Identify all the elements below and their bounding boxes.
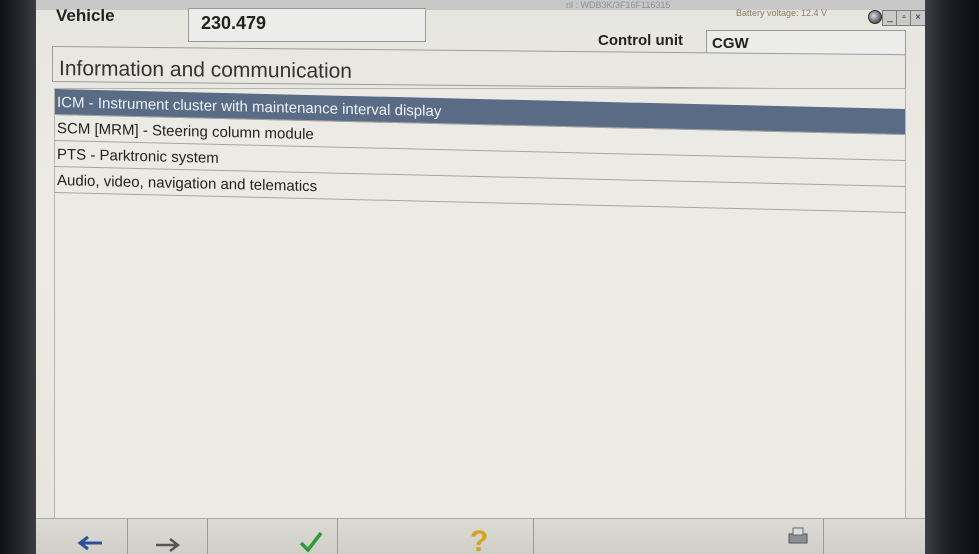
control-unit-list: ICM - Instrument cluster with maintenanc… — [54, 88, 906, 528]
monitor-bezel-left — [0, 0, 36, 554]
svg-text:?: ? — [470, 525, 488, 554]
bottom-toolbar: ? — [36, 518, 925, 554]
forward-arrow-icon — [156, 538, 181, 552]
vin-readout: ril : WDB3K/3F16F116315 — [566, 0, 671, 10]
vehicle-label: Vehicle — [56, 6, 115, 25]
monitor-bezel-right — [925, 0, 979, 554]
back-arrow-icon — [77, 535, 102, 551]
section-title: Information and communication — [52, 46, 906, 91]
control-unit-label: Control unit — [598, 32, 683, 49]
close-button[interactable]: × — [910, 10, 925, 26]
back-button[interactable] — [36, 519, 128, 554]
battery-status-icon — [868, 10, 882, 24]
check-icon — [299, 531, 323, 553]
diagnostic-window: ril : WDB3K/3F16F116315 Battery voltage:… — [36, 0, 925, 554]
forward-button[interactable] — [128, 519, 208, 554]
print-icon — [788, 527, 808, 544]
battery-voltage: Battery voltage: 12.4 V — [736, 8, 828, 18]
help-button[interactable]: ? — [338, 519, 534, 554]
vehicle-field: 230.479 — [188, 8, 426, 42]
help-icon: ? — [470, 525, 488, 554]
confirm-button[interactable] — [208, 519, 338, 554]
print-button[interactable] — [534, 519, 824, 554]
